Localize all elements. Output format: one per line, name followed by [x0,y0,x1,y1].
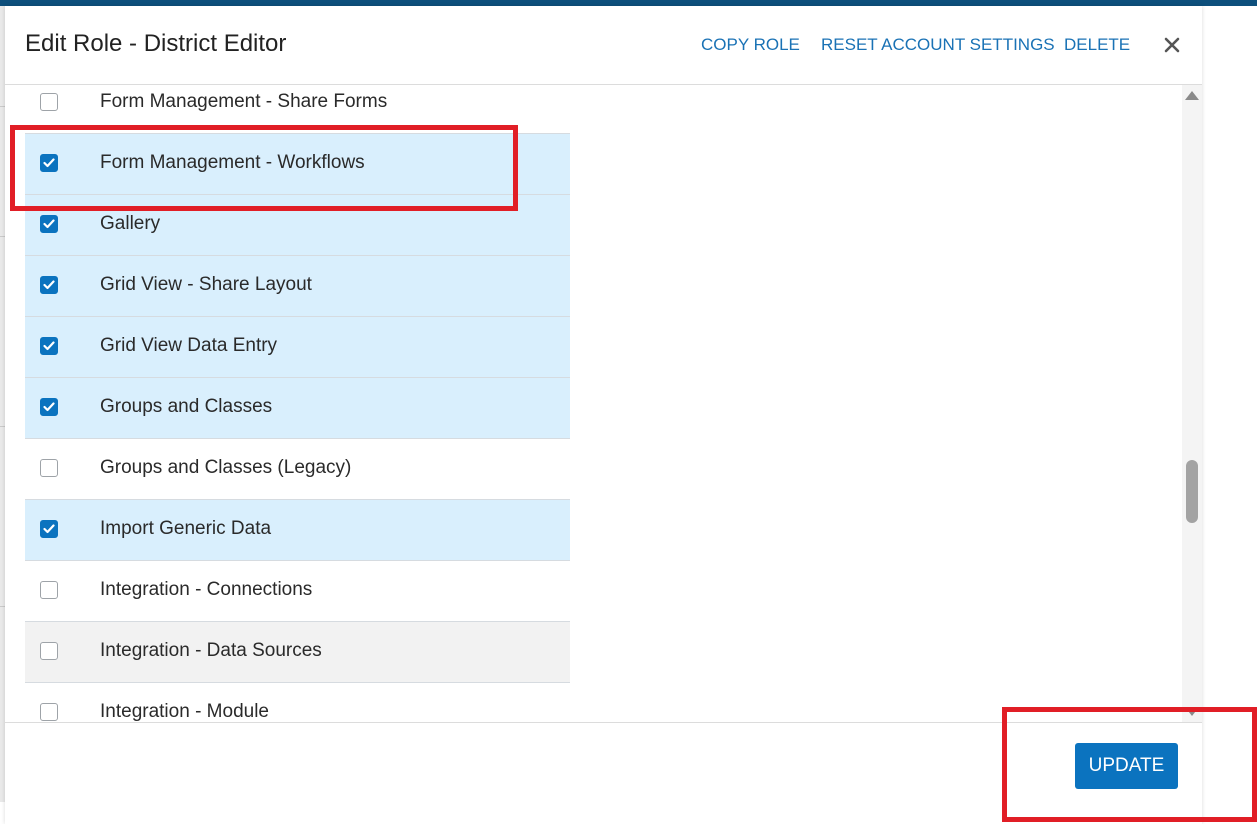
scrollbar[interactable] [1182,85,1202,722]
checkmark-icon [43,158,55,168]
checkbox-checked[interactable] [40,337,58,355]
checkbox-unchecked[interactable] [40,703,58,721]
permission-row[interactable]: Integration - Connections [25,561,570,622]
scroll-up-icon[interactable] [1185,91,1199,100]
checkbox-checked[interactable] [40,215,58,233]
checkmark-icon [43,280,55,290]
scrollbar-thumb[interactable] [1186,460,1198,523]
checkmark-icon [43,402,55,412]
edit-role-dialog: Edit Role - District Editor COPY ROLE RE… [5,6,1202,824]
checkmark-icon [43,341,55,351]
checkbox-checked[interactable] [40,520,58,538]
permission-row[interactable]: Gallery [25,195,570,256]
checkbox-checked[interactable] [40,276,58,294]
permission-row[interactable]: Groups and Classes [25,378,570,439]
screen: Edit Role - District Editor COPY ROLE RE… [0,0,1257,824]
permission-row[interactable]: Import Generic Data [25,500,570,561]
scroll-down-icon[interactable] [1185,707,1199,716]
copy-role-button[interactable]: COPY ROLE [701,35,800,55]
permissions-panel: Form Management - Share Forms Form Manage… [5,85,1202,722]
permission-label: Grid View - Share Layout [100,274,312,295]
dialog-header: Edit Role - District Editor COPY ROLE RE… [5,6,1202,85]
dialog-title: Edit Role - District Editor [25,30,287,57]
permissions-list: Form Management - Share Forms Form Manage… [25,85,570,722]
checkmark-icon [43,219,55,229]
checkmark-icon [43,524,55,534]
permission-label: Import Generic Data [100,518,272,539]
reset-account-settings-button[interactable]: RESET ACCOUNT SETTINGS [821,35,1055,55]
permission-row[interactable]: Grid View Data Entry [25,317,570,378]
permission-label: Grid View Data Entry [100,335,278,356]
dialog-footer: UPDATE [5,722,1202,824]
permission-row[interactable]: Grid View - Share Layout [25,256,570,317]
permission-label: Form Management - Share Forms [100,91,388,112]
checkbox-unchecked[interactable] [40,93,58,111]
checkbox-checked[interactable] [40,154,58,172]
permission-row[interactable]: Form Management - Workflows [25,134,570,195]
permission-label: Integration - Data Sources [100,640,322,661]
permission-label: Groups and Classes [100,396,273,417]
permission-label: Gallery [100,213,161,234]
permission-row[interactable]: Groups and Classes (Legacy) [25,439,570,500]
update-button[interactable]: UPDATE [1075,743,1178,789]
checkbox-unchecked[interactable] [40,459,58,477]
permission-label: Form Management - Workflows [100,152,365,173]
checkbox-unchecked[interactable] [40,642,58,660]
permission-row[interactable]: Form Management - Share Forms [25,85,570,134]
close-icon[interactable] [1161,34,1183,56]
permission-label: Groups and Classes (Legacy) [100,457,352,478]
checkbox-checked[interactable] [40,398,58,416]
permission-row[interactable]: Integration - Data Sources [25,622,570,683]
permission-label: Integration - Connections [100,579,313,600]
permission-label: Integration - Module [100,701,269,722]
checkbox-unchecked[interactable] [40,581,58,599]
delete-button[interactable]: DELETE [1064,35,1130,55]
permission-row[interactable]: Integration - Module [25,683,570,722]
